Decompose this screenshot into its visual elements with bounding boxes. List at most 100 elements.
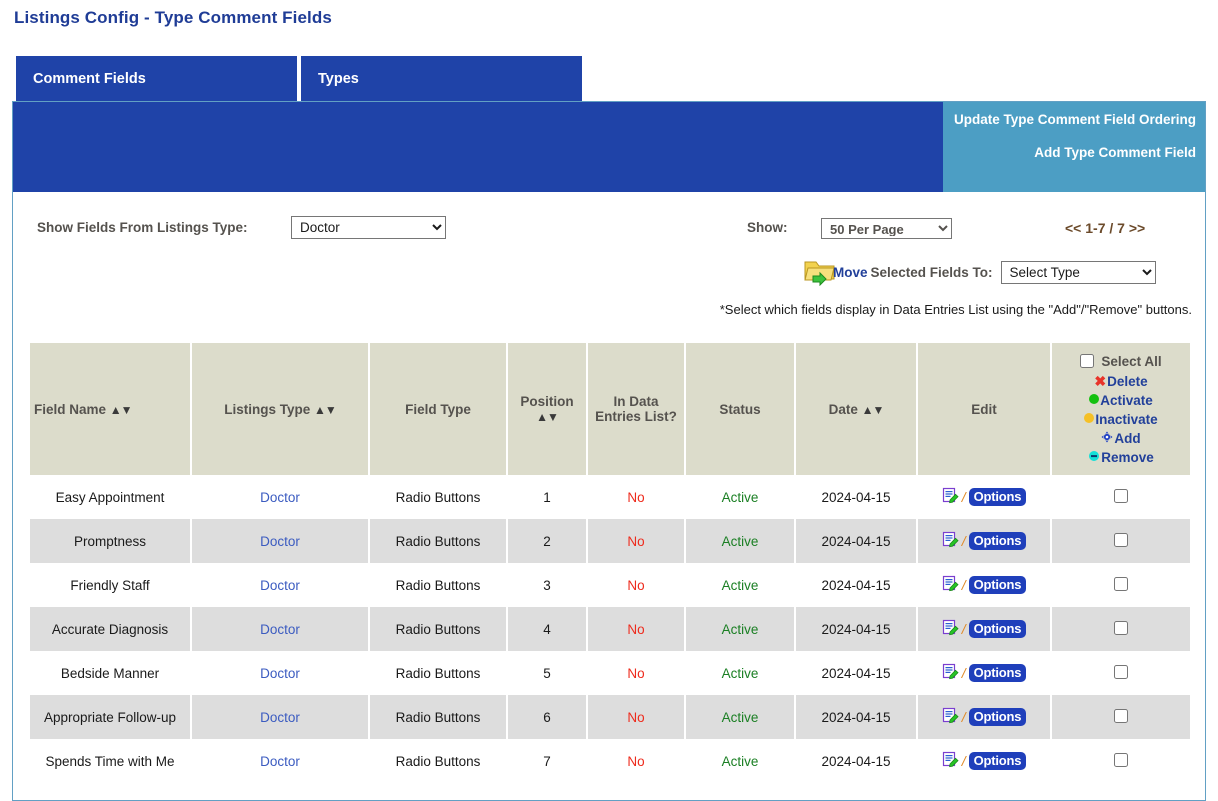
- cell-in-data-entries-list: No: [587, 607, 685, 651]
- green-dot-icon: [1089, 393, 1099, 407]
- cell-position: 2: [507, 519, 587, 563]
- cell-select: [1051, 695, 1190, 739]
- listings-type-link[interactable]: Doctor: [260, 622, 300, 637]
- tab-types-label: Types: [318, 71, 359, 87]
- cell-in-data-entries-list: No: [587, 739, 685, 783]
- table-header: Field Name ▲▼ Listings Type ▲▼ Field Typ…: [30, 343, 1190, 475]
- tab-types[interactable]: Types: [301, 56, 582, 101]
- cell-edit: /Options: [917, 739, 1051, 783]
- in-data-entries-value: No: [627, 666, 644, 681]
- row-select-checkbox[interactable]: [1114, 753, 1128, 767]
- sort-arrows-field-name[interactable]: ▲▼: [110, 403, 132, 417]
- cell-field-type: Radio Buttons: [369, 695, 507, 739]
- cell-date: 2024-04-15: [795, 563, 917, 607]
- cell-field-type: Radio Buttons: [369, 607, 507, 651]
- cell-field-name: Accurate Diagnosis: [30, 607, 191, 651]
- column-header-in-data-entries-list-label: In Data Entries List?: [595, 394, 677, 424]
- cell-position: 6: [507, 695, 587, 739]
- in-data-entries-value: No: [627, 490, 644, 505]
- cell-edit: /Options: [917, 651, 1051, 695]
- cell-date: 2024-04-15: [795, 475, 917, 519]
- pagination-control[interactable]: << 1-7 / 7 >>: [1065, 220, 1145, 236]
- cell-listings-type: Doctor: [191, 519, 369, 563]
- cell-position: 7: [507, 739, 587, 783]
- options-button[interactable]: Options: [969, 708, 1027, 726]
- move-selected-fields-label: Selected Fields To:: [871, 265, 993, 280]
- page-title: Listings Config - Type Comment Fields: [14, 8, 332, 28]
- cell-select: [1051, 739, 1190, 783]
- controls-area: Show Fields From Listings Type: Doctor S…: [13, 192, 1205, 322]
- move-to-type-select[interactable]: Select Type: [1001, 261, 1156, 284]
- cell-field-name: Appropriate Follow-up: [30, 695, 191, 739]
- listings-type-link[interactable]: Doctor: [260, 534, 300, 549]
- table-row: Bedside MannerDoctorRadio Buttons5NoActi…: [30, 651, 1190, 695]
- cell-select: [1051, 607, 1190, 651]
- cell-select: [1051, 563, 1190, 607]
- legend-remove[interactable]: Remove: [1056, 448, 1186, 467]
- legend-delete[interactable]: ✖ Delete: [1056, 372, 1186, 391]
- sort-arrows-position[interactable]: ▲▼: [536, 410, 558, 424]
- move-selected-fields-link[interactable]: Move: [833, 265, 868, 280]
- cell-date: 2024-04-15: [795, 607, 917, 651]
- options-button[interactable]: Options: [969, 576, 1027, 594]
- row-select-checkbox[interactable]: [1114, 533, 1128, 547]
- edit-pencil-icon[interactable]: [942, 663, 959, 683]
- table-header-row: Field Name ▲▼ Listings Type ▲▼ Field Typ…: [30, 343, 1190, 475]
- cell-edit: /Options: [917, 607, 1051, 651]
- in-data-entries-value: No: [627, 534, 644, 549]
- listings-type-link[interactable]: Doctor: [260, 666, 300, 681]
- sort-arrows-listings-type[interactable]: ▲▼: [314, 403, 336, 417]
- row-select-checkbox[interactable]: [1114, 577, 1128, 591]
- options-button[interactable]: Options: [969, 488, 1027, 506]
- yellow-dot-icon: [1084, 412, 1094, 426]
- cell-in-data-entries-list: No: [587, 695, 685, 739]
- options-button[interactable]: Options: [969, 532, 1027, 550]
- edit-pencil-icon[interactable]: [942, 575, 959, 595]
- edit-pencil-icon[interactable]: [942, 531, 959, 551]
- select-all-checkbox[interactable]: [1080, 354, 1094, 368]
- row-select-checkbox[interactable]: [1114, 489, 1128, 503]
- edit-pencil-icon[interactable]: [942, 487, 959, 507]
- edit-separator: /: [962, 621, 966, 637]
- in-data-entries-value: No: [627, 622, 644, 637]
- listings-type-link[interactable]: Doctor: [260, 578, 300, 593]
- column-header-field-type-label: Field Type: [405, 402, 471, 417]
- cell-position: 5: [507, 651, 587, 695]
- listings-type-filter-select[interactable]: Doctor: [291, 216, 446, 239]
- row-select-checkbox[interactable]: [1114, 665, 1128, 679]
- listings-type-link[interactable]: Doctor: [260, 490, 300, 505]
- tab-comment-fields[interactable]: Comment Fields: [16, 56, 297, 101]
- options-button[interactable]: Options: [969, 664, 1027, 682]
- cell-select: [1051, 519, 1190, 563]
- column-header-field-type: Field Type: [369, 343, 507, 475]
- edit-pencil-icon[interactable]: [942, 619, 959, 639]
- listings-type-link[interactable]: Doctor: [260, 754, 300, 769]
- cell-in-data-entries-list: No: [587, 651, 685, 695]
- in-data-entries-value: No: [627, 754, 644, 769]
- edit-separator: /: [962, 753, 966, 769]
- table-row: PromptnessDoctorRadio Buttons2NoActive20…: [30, 519, 1190, 563]
- per-page-select[interactable]: 50 Per Page: [821, 218, 952, 239]
- select-all-row[interactable]: Select All: [1056, 352, 1186, 371]
- legend-add[interactable]: Add: [1056, 429, 1186, 448]
- edit-pencil-icon[interactable]: [942, 707, 959, 727]
- legend-activate[interactable]: Activate: [1056, 391, 1186, 410]
- legend-inactivate[interactable]: Inactivate: [1056, 410, 1186, 429]
- add-type-comment-field-link[interactable]: Add Type Comment Field: [943, 144, 1196, 161]
- sort-arrows-date[interactable]: ▲▼: [862, 403, 884, 417]
- cell-select: [1051, 475, 1190, 519]
- cyan-minus-icon: [1088, 450, 1100, 465]
- status-value: Active: [722, 490, 759, 505]
- status-value: Active: [722, 534, 759, 549]
- options-button[interactable]: Options: [969, 752, 1027, 770]
- row-select-checkbox[interactable]: [1114, 621, 1128, 635]
- row-select-checkbox[interactable]: [1114, 709, 1128, 723]
- options-button[interactable]: Options: [969, 620, 1027, 638]
- column-header-selection-legend: Select All ✖ Delete Activate Inactiv: [1051, 343, 1190, 475]
- update-type-comment-field-ordering-link[interactable]: Update Type Comment Field Ordering: [943, 111, 1196, 128]
- listings-type-link[interactable]: Doctor: [260, 710, 300, 725]
- edit-pencil-icon[interactable]: [942, 751, 959, 771]
- status-value: Active: [722, 622, 759, 637]
- legend-remove-label: Remove: [1101, 448, 1154, 467]
- cell-listings-type: Doctor: [191, 475, 369, 519]
